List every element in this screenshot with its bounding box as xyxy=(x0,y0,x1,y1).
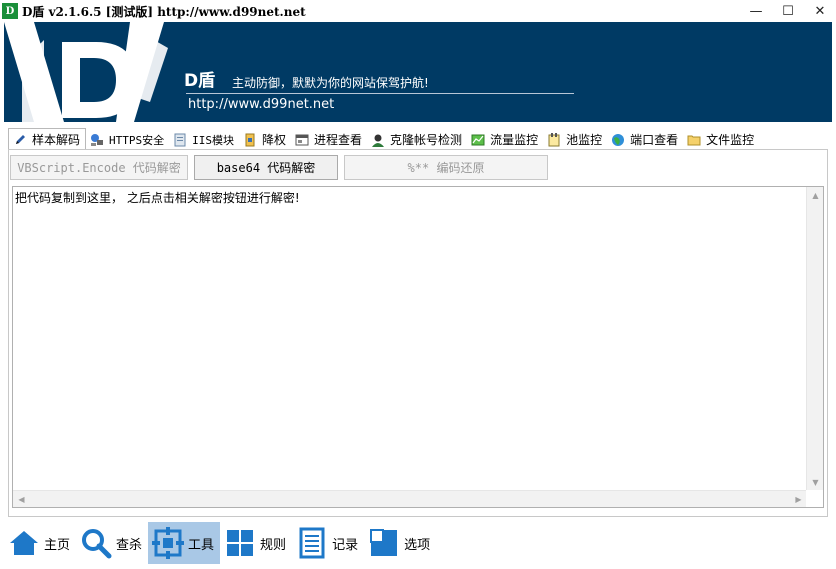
tab-https-security[interactable]: HTTPS安全 xyxy=(86,129,169,150)
window-icon xyxy=(295,134,309,145)
nav-rules-label: 规则 xyxy=(260,537,287,553)
tools-icon xyxy=(152,527,185,559)
nav-records[interactable]: 记录 xyxy=(292,522,364,564)
tab-sample-decode[interactable]: 样本解码 xyxy=(8,128,87,150)
vertical-scrollbar[interactable]: ▲ ▼ xyxy=(806,187,823,491)
decode-button-row: VBScript.Encode 代码解密 base64 代码解密 %** 编码还… xyxy=(10,155,548,180)
banner-brand-name: D盾 xyxy=(184,71,216,91)
scrollbar-corner xyxy=(806,490,823,507)
window-controls: — ☐ ✕ xyxy=(740,0,836,22)
base64-decode-button[interactable]: base64 代码解密 xyxy=(194,155,338,180)
module-icon xyxy=(174,133,186,146)
nav-options-label: 选项 xyxy=(404,537,431,553)
minimize-button[interactable]: — xyxy=(740,0,772,22)
tab-pool-monitor[interactable]: 池监控 xyxy=(543,129,607,150)
d-shield-logo-icon xyxy=(4,22,168,122)
globe-icon xyxy=(612,133,625,146)
nav-tools-label: 工具 xyxy=(188,537,215,553)
percent-decode-button[interactable]: %** 编码还原 xyxy=(344,155,548,180)
nav-rules[interactable]: 规则 xyxy=(220,522,292,564)
home-icon xyxy=(10,531,38,555)
nav-scan[interactable]: 查杀 xyxy=(76,522,148,564)
code-input-text: 把代码复制到这里， 之后点击相关解密按钮进行解密! xyxy=(15,191,300,205)
banner-divider xyxy=(186,93,574,94)
nav-records-label: 记录 xyxy=(332,537,359,553)
nav-tools[interactable]: 工具 xyxy=(148,522,221,564)
tab-iis-module[interactable]: IIS模块 xyxy=(169,129,239,150)
banner-url: http://www.d99net.net xyxy=(188,97,335,112)
chart-icon xyxy=(471,134,485,145)
close-button[interactable]: ✕ xyxy=(804,0,836,22)
nav-home-label: 主页 xyxy=(44,537,71,553)
app-logo-icon: D xyxy=(2,3,18,19)
tab-file-monitor[interactable]: 文件监控 xyxy=(683,129,759,150)
tab-traffic-monitor[interactable]: 流量监控 xyxy=(467,129,543,150)
maximize-button[interactable]: ☐ xyxy=(772,0,804,22)
tab-lower-privilege[interactable]: 降权 xyxy=(239,129,291,150)
notepad-icon xyxy=(548,132,560,146)
magnifier-icon xyxy=(82,529,112,559)
scroll-up-icon[interactable]: ▲ xyxy=(807,187,824,204)
nav-scan-label: 查杀 xyxy=(116,537,143,553)
tool-tabs: 样本解码 HTTPS安全 IIS模块 降权 进程查看 克隆帐号检测 流量监控 池… xyxy=(8,128,759,150)
banner-slogan: 主动防御，默默为你的网站保驾护航! xyxy=(232,76,429,90)
tab-process-view[interactable]: 进程查看 xyxy=(291,129,367,150)
folder-icon xyxy=(687,135,701,145)
network-icon xyxy=(91,133,104,146)
banner: D盾 主动防御，默默为你的网站保驾护航! http://www.d99net.n… xyxy=(4,22,832,122)
list-icon xyxy=(299,527,325,559)
nav-options[interactable]: 选项 xyxy=(364,522,436,564)
horizontal-scrollbar[interactable]: ◀ ▶ xyxy=(13,490,807,507)
code-input-textarea[interactable]: 把代码复制到这里， 之后点击相关解密按钮进行解密! ▲ ▼ ◀ ▶ xyxy=(12,186,824,508)
scroll-down-icon[interactable]: ▼ xyxy=(807,474,824,491)
window-title: D盾 v2.1.6.5 [测试版] http://www.d99net.net xyxy=(22,4,306,19)
user-icon xyxy=(372,134,385,147)
lock-icon xyxy=(245,133,255,146)
tab-port-view[interactable]: 端口查看 xyxy=(607,129,683,150)
vbscript-decode-button[interactable]: VBScript.Encode 代码解密 xyxy=(10,155,188,180)
grid-icon xyxy=(227,530,254,556)
bottom-nav: 主页 查杀 工具 规则 记录 选项 xyxy=(4,522,436,564)
options-icon xyxy=(370,529,398,556)
tab-clone-account-detect[interactable]: 克隆帐号检测 xyxy=(367,129,467,150)
title-bar: D D盾 v2.1.6.5 [测试版] http://www.d99net.ne… xyxy=(0,0,836,22)
scroll-right-icon[interactable]: ▶ xyxy=(790,491,807,508)
pen-icon xyxy=(16,134,25,144)
scroll-left-icon[interactable]: ◀ xyxy=(13,491,30,508)
nav-home[interactable]: 主页 xyxy=(4,522,76,564)
